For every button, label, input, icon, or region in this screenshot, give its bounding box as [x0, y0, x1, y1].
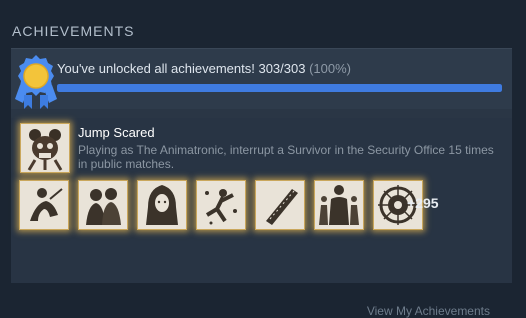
completion-percent: (100%): [309, 61, 352, 76]
achievement-description: Playing as The Animatronic, interrupt a …: [78, 143, 494, 171]
progress-fill: [57, 84, 502, 92]
achievement-name: Jump Scared: [78, 125, 155, 140]
machete-achievement-icon[interactable]: [255, 180, 305, 230]
award-ribbon-icon: [15, 55, 57, 109]
hooded-woman-achievement-icon[interactable]: [137, 180, 187, 230]
survivor-pair-achievement-icon[interactable]: [78, 180, 128, 230]
progress-bar: [57, 84, 502, 92]
view-achievements-link[interactable]: View My Achievements: [367, 304, 490, 318]
achievements-panel: You've unlocked all achievements! 303/30…: [11, 48, 512, 318]
section-title: ACHIEVEMENTS: [12, 23, 135, 39]
survivor-group-achievement-icon[interactable]: [314, 180, 364, 230]
completion-message: You've unlocked all achievements! 303/30…: [57, 61, 351, 76]
survivor-crouch-achievement-icon[interactable]: [19, 180, 69, 230]
completion-count: You've unlocked all achievements! 303/30…: [57, 61, 306, 76]
recent-achievements: Jump Scared Playing as The Animatronic, …: [11, 118, 512, 318]
animatronic-achievement-icon[interactable]: [20, 123, 70, 173]
survivor-splash-achievement-icon[interactable]: [196, 180, 246, 230]
achievement-summary: You've unlocked all achievements! 303/30…: [11, 49, 512, 109]
more-achievements-count[interactable]: +295: [407, 195, 439, 211]
